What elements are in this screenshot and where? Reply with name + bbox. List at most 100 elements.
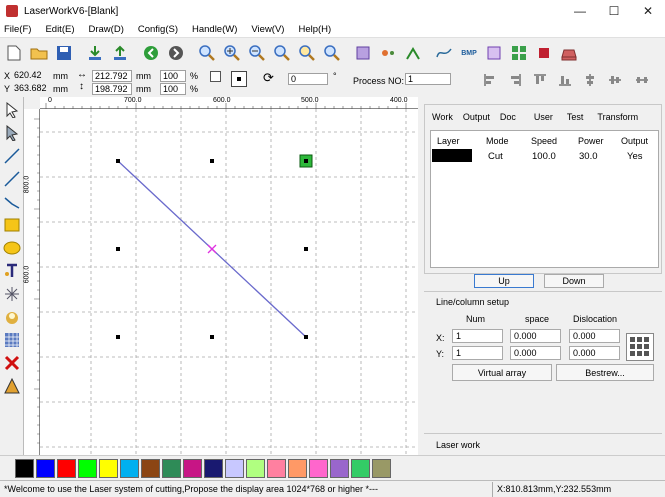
up-button[interactable]: Up bbox=[474, 274, 534, 288]
selection-handle-bl[interactable] bbox=[116, 335, 120, 339]
zoom-window-icon[interactable] bbox=[322, 43, 342, 63]
grid-icon[interactable] bbox=[484, 43, 504, 63]
new-file-icon[interactable] bbox=[4, 43, 24, 63]
open-folder-icon[interactable] bbox=[29, 43, 49, 63]
zoom-in-icon[interactable] bbox=[197, 43, 217, 63]
align-center-h-icon[interactable] bbox=[580, 70, 600, 90]
color-swatch-9[interactable] bbox=[204, 459, 223, 478]
color-swatch-13[interactable] bbox=[288, 459, 307, 478]
arrow-select-icon[interactable] bbox=[2, 100, 22, 120]
minimize-button[interactable]: — bbox=[563, 0, 597, 22]
selection-handle-tl[interactable] bbox=[116, 159, 120, 163]
bestrew-button[interactable]: Bestrew... bbox=[556, 364, 654, 381]
color-swatch-7[interactable] bbox=[162, 459, 181, 478]
tab-doc[interactable]: Doc bbox=[500, 112, 516, 122]
curve-icon[interactable] bbox=[434, 43, 454, 63]
color-swatch-4[interactable] bbox=[99, 459, 118, 478]
measure-icon[interactable] bbox=[2, 376, 22, 396]
machine-icon[interactable] bbox=[559, 43, 579, 63]
table-row[interactable]: Cut 100.0 30.0 Yes bbox=[432, 148, 658, 163]
zoom-plus-icon[interactable] bbox=[222, 43, 242, 63]
x-num-field[interactable]: 1 bbox=[452, 329, 503, 343]
align-right-icon[interactable] bbox=[505, 70, 525, 90]
scale-y-field[interactable]: 100 bbox=[160, 83, 186, 95]
zoom-minus-icon[interactable] bbox=[247, 43, 267, 63]
menu-edit[interactable]: Edit(E) bbox=[45, 24, 74, 35]
grid-array-icon[interactable] bbox=[2, 330, 22, 350]
selection-handle-br[interactable] bbox=[304, 335, 308, 339]
virtual-array-button[interactable]: Virtual array bbox=[452, 364, 552, 381]
align-bottom-icon[interactable] bbox=[555, 70, 575, 90]
color-swatch-3[interactable] bbox=[78, 459, 97, 478]
node-edit-icon[interactable] bbox=[2, 123, 22, 143]
tab-work[interactable]: Work bbox=[432, 112, 453, 122]
export-icon[interactable] bbox=[110, 43, 130, 63]
color-swatch-16[interactable] bbox=[351, 459, 370, 478]
color-swatch-0[interactable] bbox=[15, 459, 34, 478]
color-swatch-8[interactable] bbox=[183, 459, 202, 478]
process-number-field[interactable]: 1 bbox=[405, 73, 451, 85]
zoom-all-icon[interactable] bbox=[297, 43, 317, 63]
align-icon[interactable] bbox=[534, 43, 554, 63]
menu-handle[interactable]: Handle(W) bbox=[192, 24, 237, 35]
curve-tool-icon[interactable] bbox=[2, 192, 22, 212]
y-num-field[interactable]: 1 bbox=[452, 346, 503, 360]
color-swatch-17[interactable] bbox=[372, 459, 391, 478]
layer-color-swatch[interactable] bbox=[432, 149, 472, 162]
x-position-field[interactable]: 620.42 bbox=[12, 70, 50, 82]
distribute-icon[interactable] bbox=[632, 70, 652, 90]
rotate-field[interactable]: 0 bbox=[288, 73, 328, 85]
lock-ratio-icon[interactable] bbox=[210, 71, 221, 82]
close-button[interactable]: ✕ bbox=[631, 0, 665, 22]
menu-help[interactable]: Help(H) bbox=[298, 24, 331, 35]
x-dislocation-field[interactable]: 0.000 bbox=[569, 329, 620, 343]
align-left-icon[interactable] bbox=[480, 70, 500, 90]
align-top-icon[interactable] bbox=[530, 70, 550, 90]
align-center-v-icon[interactable] bbox=[605, 70, 625, 90]
design-canvas[interactable] bbox=[40, 109, 418, 455]
back-icon[interactable] bbox=[141, 43, 161, 63]
array-preview-icon[interactable] bbox=[626, 333, 654, 361]
path-icon[interactable] bbox=[403, 43, 423, 63]
zoom-fit-icon[interactable] bbox=[272, 43, 292, 63]
array-icon[interactable] bbox=[509, 43, 529, 63]
line-icon[interactable] bbox=[2, 146, 22, 166]
color-swatch-15[interactable] bbox=[330, 459, 349, 478]
selection-handle-tc[interactable] bbox=[210, 159, 214, 163]
color-swatch-12[interactable] bbox=[267, 459, 286, 478]
tab-output[interactable]: Output bbox=[463, 112, 490, 122]
bmp-icon[interactable]: BMP bbox=[459, 43, 479, 63]
import-icon[interactable] bbox=[85, 43, 105, 63]
x-space-field[interactable]: 0.000 bbox=[510, 329, 561, 343]
down-button[interactable]: Down bbox=[544, 274, 604, 288]
color-swatch-10[interactable] bbox=[225, 459, 244, 478]
ellipse-icon[interactable] bbox=[2, 238, 22, 258]
select-icon[interactable] bbox=[353, 43, 373, 63]
y-dislocation-field[interactable]: 0.000 bbox=[569, 346, 620, 360]
delete-icon[interactable] bbox=[2, 353, 22, 373]
tab-transform[interactable]: Transform bbox=[597, 112, 638, 122]
width-field[interactable]: 212.792 bbox=[92, 70, 132, 82]
point-icon[interactable] bbox=[2, 284, 22, 304]
maximize-button[interactable]: ☐ bbox=[597, 0, 631, 22]
forward-icon[interactable] bbox=[166, 43, 186, 63]
tab-test[interactable]: Test bbox=[567, 112, 584, 122]
center-point-icon[interactable] bbox=[231, 71, 247, 87]
color-swatch-1[interactable] bbox=[36, 459, 55, 478]
menu-file[interactable]: File(F) bbox=[4, 24, 31, 35]
selection-handle-ml[interactable] bbox=[116, 247, 120, 251]
color-swatch-6[interactable] bbox=[141, 459, 160, 478]
color-swatch-2[interactable] bbox=[57, 459, 76, 478]
menu-view[interactable]: View(V) bbox=[251, 24, 284, 35]
y-space-field[interactable]: 0.000 bbox=[510, 346, 561, 360]
image-icon[interactable] bbox=[2, 307, 22, 327]
rectangle-icon[interactable] bbox=[2, 215, 22, 235]
save-icon[interactable] bbox=[54, 43, 74, 63]
text-tool-icon[interactable] bbox=[2, 261, 22, 281]
color-swatch-5[interactable] bbox=[120, 459, 139, 478]
selection-handle-bc[interactable] bbox=[210, 335, 214, 339]
menu-config[interactable]: Config(S) bbox=[138, 24, 178, 35]
selection-handle-mr[interactable] bbox=[304, 247, 308, 251]
node-icon[interactable] bbox=[378, 43, 398, 63]
menu-draw[interactable]: Draw(D) bbox=[89, 24, 124, 35]
